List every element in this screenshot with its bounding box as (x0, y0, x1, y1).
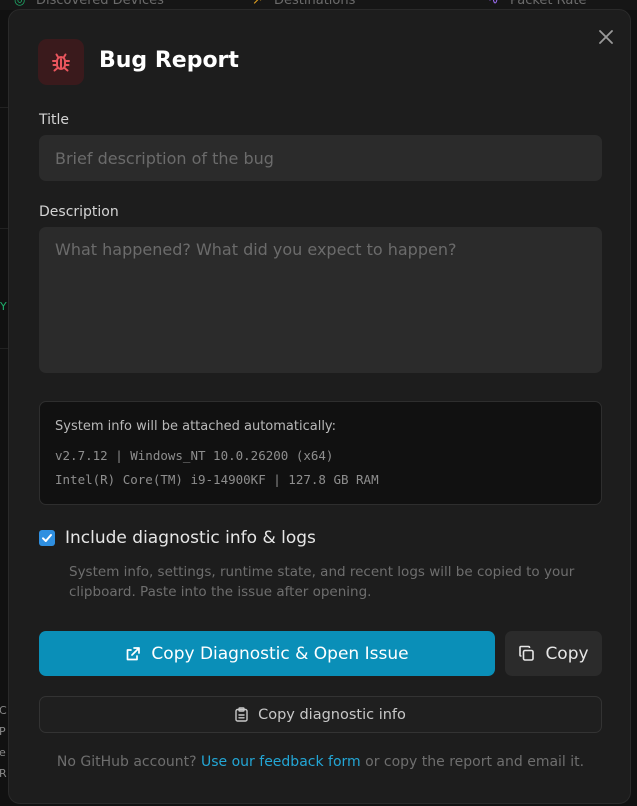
dialog-title: Bug Report (99, 48, 239, 73)
bg-divider (0, 348, 8, 349)
footer-note: No GitHub account? Use our feedback form… (56, 754, 585, 770)
description-textarea[interactable] (39, 227, 602, 373)
diagnostics-help-text: System info, settings, runtime state, an… (69, 564, 575, 600)
copy-icon (519, 645, 535, 661)
clipboard-icon (235, 707, 248, 722)
route-icon: ↗ (252, 0, 263, 8)
bg-tab-packet-rate[interactable]: ∿ Packet Rate (488, 0, 586, 8)
bg-divider (0, 228, 8, 229)
bg-divider (0, 107, 8, 108)
external-link-icon (127, 646, 141, 660)
title-input[interactable] (39, 135, 602, 181)
close-icon[interactable] (596, 27, 616, 47)
description-label: Description (39, 204, 119, 220)
bg-left-fragments: C P e R (0, 704, 7, 780)
copy-diagnostic-open-issue-button[interactable]: Copy Diagnostic & Open Issue (39, 631, 495, 676)
bg-tab-discovered-devices[interactable]: ◎ Discovered Devices (14, 0, 164, 8)
copy-diagnostic-info-button[interactable]: Copy diagnostic info (39, 696, 602, 733)
bug-report-dialog: Bug Report Title Description System info… (8, 9, 631, 804)
bug-icon (38, 39, 84, 85)
system-info-box: System info will be attached automatical… (39, 401, 602, 505)
include-diagnostics-label[interactable]: Include diagnostic info & logs (65, 528, 316, 548)
checkmark-icon (39, 530, 55, 546)
feedback-form-link[interactable]: Use our feedback form (201, 754, 361, 770)
copy-button[interactable]: Copy (505, 631, 602, 676)
activity-icon: ∿ (488, 0, 499, 8)
radar-icon: ◎ (14, 0, 26, 8)
system-info-hardware: Intel(R) Core(TM) i9-14900KF | 127.8 GB … (55, 472, 379, 487)
title-label: Title (39, 112, 70, 128)
system-info-version: v2.7.12 | Windows_NT 10.0.26200 (x64) (55, 448, 334, 463)
bg-fragment: Y (0, 300, 7, 313)
system-info-heading: System info will be attached automatical… (55, 419, 337, 434)
include-diagnostics-checkbox[interactable] (39, 530, 55, 546)
bg-tab-destinations[interactable]: ↗ Destinations (252, 0, 355, 8)
